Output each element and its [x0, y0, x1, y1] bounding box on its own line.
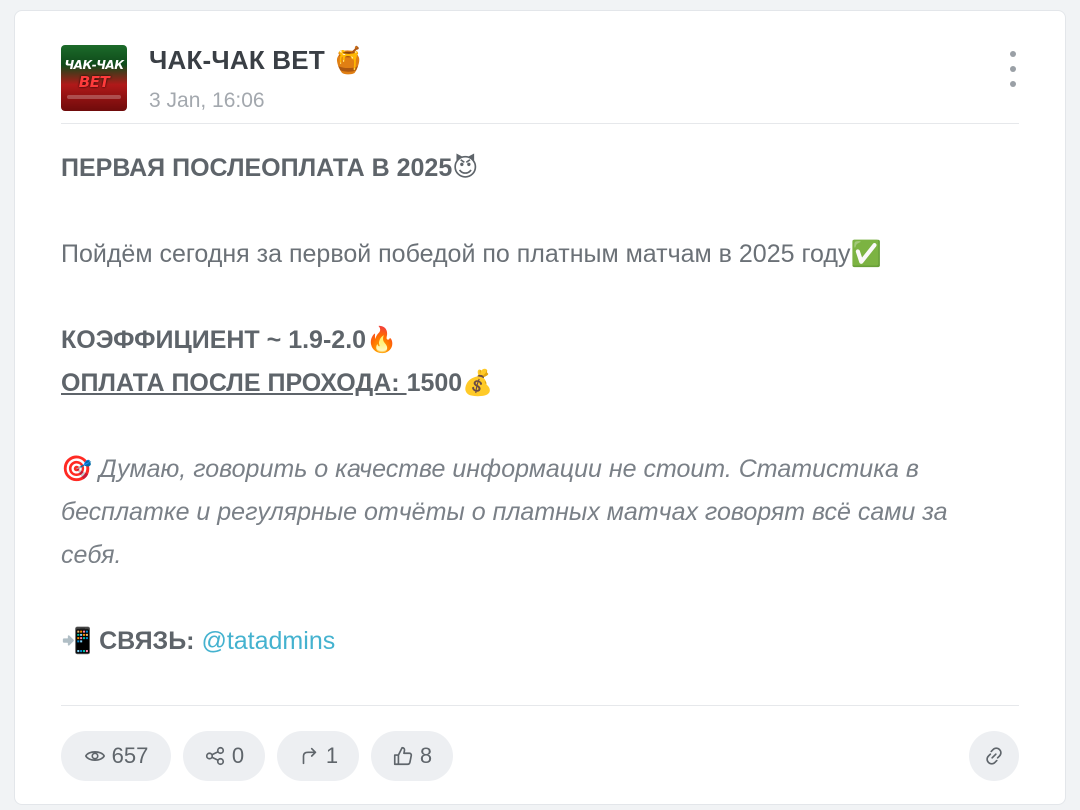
post-footer: 657 0 1 8	[61, 731, 1019, 783]
post-header: ЧАК-ЧАК BET ЧАК-ЧАК BET 🍯 3 Jan, 16:06	[61, 35, 1019, 112]
header-divider	[61, 123, 1019, 124]
share-icon	[205, 746, 224, 766]
coefficient-value: ~ 1.9-2.0	[259, 326, 367, 354]
phone-emoji: 📲	[61, 627, 93, 655]
post-card: ЧАК-ЧАК BET ЧАК-ЧАК BET 🍯 3 Jan, 16:06 П…	[14, 10, 1066, 805]
post-intro: Пойдём сегодня за первой победой по плат…	[61, 233, 1005, 276]
forward-arrow-icon	[302, 747, 317, 765]
views-counter[interactable]: 657	[61, 731, 171, 781]
forwards-count: 1	[325, 743, 339, 768]
link-icon	[986, 747, 1002, 765]
money-bag-emoji: 💰	[462, 369, 494, 397]
post-title: ПЕРВАЯ ПОСЛЕОПЛАТА В 2025😈	[61, 147, 1005, 190]
copy-link-button[interactable]	[969, 731, 1019, 781]
more-options-button[interactable]	[1003, 49, 1023, 89]
eye-icon	[84, 751, 105, 761]
avatar-text-bottom: BET	[78, 73, 110, 91]
more-dot-icon	[1010, 81, 1016, 87]
channel-name-text: ЧАК-ЧАК BET	[149, 45, 325, 75]
payment-line: ОПЛАТА ПОСЛЕ ПРОХОДА: 1500💰	[61, 362, 1005, 405]
contact-line: 📲 СВЯЗЬ: @tatadmins	[61, 620, 1005, 663]
post-body: ПЕРВАЯ ПОСЛЕОПЛАТА В 2025😈 Пойдём сегодн…	[61, 147, 1005, 663]
channel-avatar[interactable]: ЧАК-ЧАК BET	[61, 45, 127, 111]
reactions-button[interactable]: 8	[371, 731, 453, 781]
check-mark-emoji: ✅	[850, 240, 882, 268]
contact-link[interactable]: @tatadmins	[201, 627, 335, 655]
reactions-count: 8	[419, 743, 433, 768]
devil-emoji: 😈	[452, 154, 479, 182]
footer-divider	[61, 705, 1019, 706]
shares-count: 0	[231, 743, 245, 768]
thumbs-up-icon	[393, 746, 413, 766]
channel-name[interactable]: ЧАК-ЧАК BET 🍯	[149, 45, 365, 76]
forward-button[interactable]: 1	[277, 731, 359, 781]
share-button[interactable]: 0	[183, 731, 265, 781]
fire-emoji: 🔥	[366, 326, 398, 354]
views-count: 657	[111, 743, 149, 768]
avatar-text-top: ЧАК-ЧАК	[64, 58, 124, 72]
more-dot-icon	[1010, 51, 1016, 57]
post-title-text: ПЕРВАЯ ПОСЛЕОПЛАТА В 2025	[61, 154, 453, 182]
contact-label: СВЯЗЬ:	[92, 627, 202, 655]
payment-value: 1500	[406, 369, 463, 397]
target-emoji: 🎯	[61, 455, 93, 483]
honey-pot-emoji: 🍯	[332, 45, 365, 75]
quote-text: Думаю, говорить о качестве информации не…	[61, 455, 948, 569]
quote-paragraph: 🎯 Думаю, говорить о качестве информации …	[61, 448, 1005, 577]
post-intro-text: Пойдём сегодня за первой победой по плат…	[61, 240, 851, 268]
avatar-stripe	[67, 95, 121, 99]
coefficient-line: КОЭФФИЦИЕНТ ~ 1.9-2.0🔥	[61, 319, 1005, 362]
more-dot-icon	[1010, 66, 1016, 72]
payment-label: ОПЛАТА ПОСЛЕ ПРОХОДА:	[61, 369, 407, 397]
post-date: 3 Jan, 16:06	[149, 89, 265, 112]
coefficient-label: КОЭФФИЦИЕНТ	[61, 326, 260, 354]
